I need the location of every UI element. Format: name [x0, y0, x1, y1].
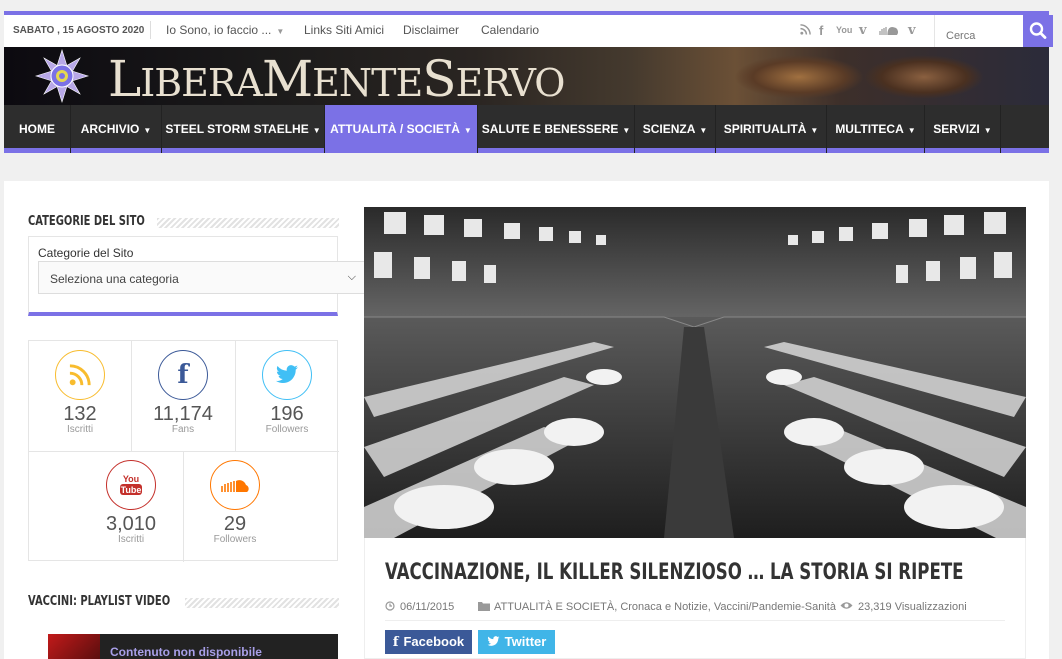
- article-featured-image[interactable]: [364, 207, 1026, 538]
- videos-widget-title: VACCINI: PLAYLIST VIDEO: [28, 594, 171, 609]
- twitter-count: 196: [270, 403, 304, 425]
- svg-text:You: You: [123, 474, 139, 484]
- nav-attualita-societa[interactable]: ATTUALITÀ / SOCIETÀ ▼: [325, 105, 478, 153]
- top-link-siti-amici[interactable]: Links Siti Amici: [304, 23, 384, 37]
- twitter-icon: [262, 350, 312, 400]
- article-views: 23,319 Visualizzazioni: [840, 601, 967, 613]
- clock-icon: [385, 601, 395, 611]
- rss-icon: [55, 350, 105, 400]
- nav-multiteca[interactable]: MULTITECA ▼: [827, 105, 925, 153]
- caret-down-icon: ▼: [907, 126, 916, 135]
- soundcloud-icon[interactable]: [878, 23, 898, 38]
- caret-down-icon: ▼: [143, 126, 152, 135]
- nav-steel-storm[interactable]: STEEL STORM STAELHE ▼: [162, 105, 325, 153]
- caret-down-icon: ▼: [983, 126, 992, 135]
- twitter-icon: [487, 636, 500, 646]
- search-button[interactable]: [1023, 15, 1053, 47]
- site-title[interactable]: LIBERAMENTESERVO: [108, 50, 565, 105]
- top-link-calendario[interactable]: Calendario: [481, 23, 539, 37]
- lotus-logo-icon[interactable]: [32, 47, 92, 105]
- category-select[interactable]: Seleziona una categoria ⌵: [38, 261, 365, 294]
- soundcloud-label: Followers: [213, 534, 257, 545]
- nav-servizi[interactable]: SERVIZI ▼: [925, 105, 1001, 153]
- nav-salute-benessere[interactable]: SALUTE E BENESSERE ▼: [478, 105, 635, 153]
- video-unavailable-text: Contenuto non disponibile: [110, 645, 262, 659]
- nav-scienza[interactable]: SCIENZA ▼: [635, 105, 716, 153]
- social-counters-widget: 132 Iscritti f 11,174 Fans 196 Followers…: [28, 340, 339, 562]
- eye-icon: [840, 602, 853, 609]
- facebook-label: Fans: [171, 424, 195, 435]
- nav-archivio[interactable]: ARCHIVIO ▼: [71, 105, 162, 153]
- main-navigation: HOME ARCHIVIO ▼ STEEL STORM STAELHE ▼ ATTU…: [4, 105, 1049, 153]
- caret-down-icon: ▼: [463, 126, 472, 135]
- caret-down-icon: ▼: [312, 126, 321, 135]
- youtube-counter[interactable]: You Tube 3,010 Iscritti: [79, 460, 183, 546]
- divider: [150, 21, 151, 39]
- article-date: 06/11/2015: [385, 601, 454, 613]
- categories-widget-title: CATEGORIE DEL SITO: [28, 214, 145, 229]
- caret-down-icon: ▼: [699, 126, 708, 135]
- rss-label: Iscritti: [66, 424, 94, 435]
- nav-spiritualita[interactable]: SPIRITUALITÀ ▼: [716, 105, 827, 153]
- soundcloud-count: 29: [223, 513, 247, 535]
- facebook-icon: f: [392, 635, 399, 650]
- twitter-counter[interactable]: 196 Followers: [235, 350, 339, 436]
- top-link-disclaimer[interactable]: Disclaimer: [403, 23, 459, 37]
- rss-icon[interactable]: [800, 23, 811, 38]
- folder-icon: [478, 602, 490, 611]
- youtube-icon[interactable]: You: [836, 25, 852, 35]
- top-link-io-sono[interactable]: Io Sono, io faccio ... ▼: [166, 23, 284, 37]
- header-background-image: [734, 55, 864, 99]
- youtube-label: Iscritti: [117, 534, 145, 545]
- caret-down-icon: ▼: [810, 126, 819, 135]
- header-background-image-2: [864, 55, 984, 99]
- divider: [385, 620, 1005, 621]
- categories-label: Categorie del Sito: [38, 246, 134, 260]
- share-twitter-button[interactable]: Twitter: [478, 630, 555, 654]
- site-header: LIBERAMENTESERVO: [4, 47, 1049, 105]
- share-facebook-button[interactable]: f Facebook: [385, 630, 472, 654]
- hospital-ward-photo: [364, 207, 1026, 538]
- youtube-icon: You Tube: [106, 460, 156, 510]
- soundcloud-counter[interactable]: 29 Followers: [183, 460, 287, 546]
- search-icon: [1029, 22, 1047, 39]
- soundcloud-icon: [210, 460, 260, 510]
- article-title[interactable]: VACCINAZIONE, IL KILLER SILENZIOSO … LA …: [385, 560, 964, 585]
- title-decoration: [185, 598, 339, 608]
- facebook-count: 11,174: [153, 403, 213, 425]
- rss-count: 132: [63, 403, 97, 425]
- svg-text:Tube: Tube: [121, 485, 142, 495]
- caret-down-icon: ▼: [622, 126, 631, 135]
- facebook-counter[interactable]: f 11,174 Fans: [131, 350, 235, 436]
- article-categories[interactable]: ATTUALITÀ E SOCIETÀ, Cronaca e Notizie, …: [478, 601, 836, 613]
- vimeo-icon-2[interactable]: v: [908, 23, 916, 38]
- search-input[interactable]: [934, 15, 1024, 47]
- chevron-down-icon: ⌵: [347, 271, 356, 283]
- facebook-icon: f: [158, 350, 208, 400]
- top-bar: SABATO , 15 AGOSTO 2020 Io Sono, io facc…: [4, 11, 1053, 47]
- vimeo-icon[interactable]: v: [859, 23, 867, 38]
- current-date: SABATO , 15 AGOSTO 2020: [13, 25, 145, 36]
- nav-home[interactable]: HOME: [4, 105, 71, 153]
- facebook-icon[interactable]: f: [819, 23, 823, 38]
- rss-counter[interactable]: 132 Iscritti: [29, 350, 131, 436]
- twitter-label: Followers: [265, 424, 309, 435]
- video-thumbnail: [48, 634, 100, 659]
- title-decoration: [157, 218, 339, 228]
- youtube-count: 3,010: [105, 513, 157, 535]
